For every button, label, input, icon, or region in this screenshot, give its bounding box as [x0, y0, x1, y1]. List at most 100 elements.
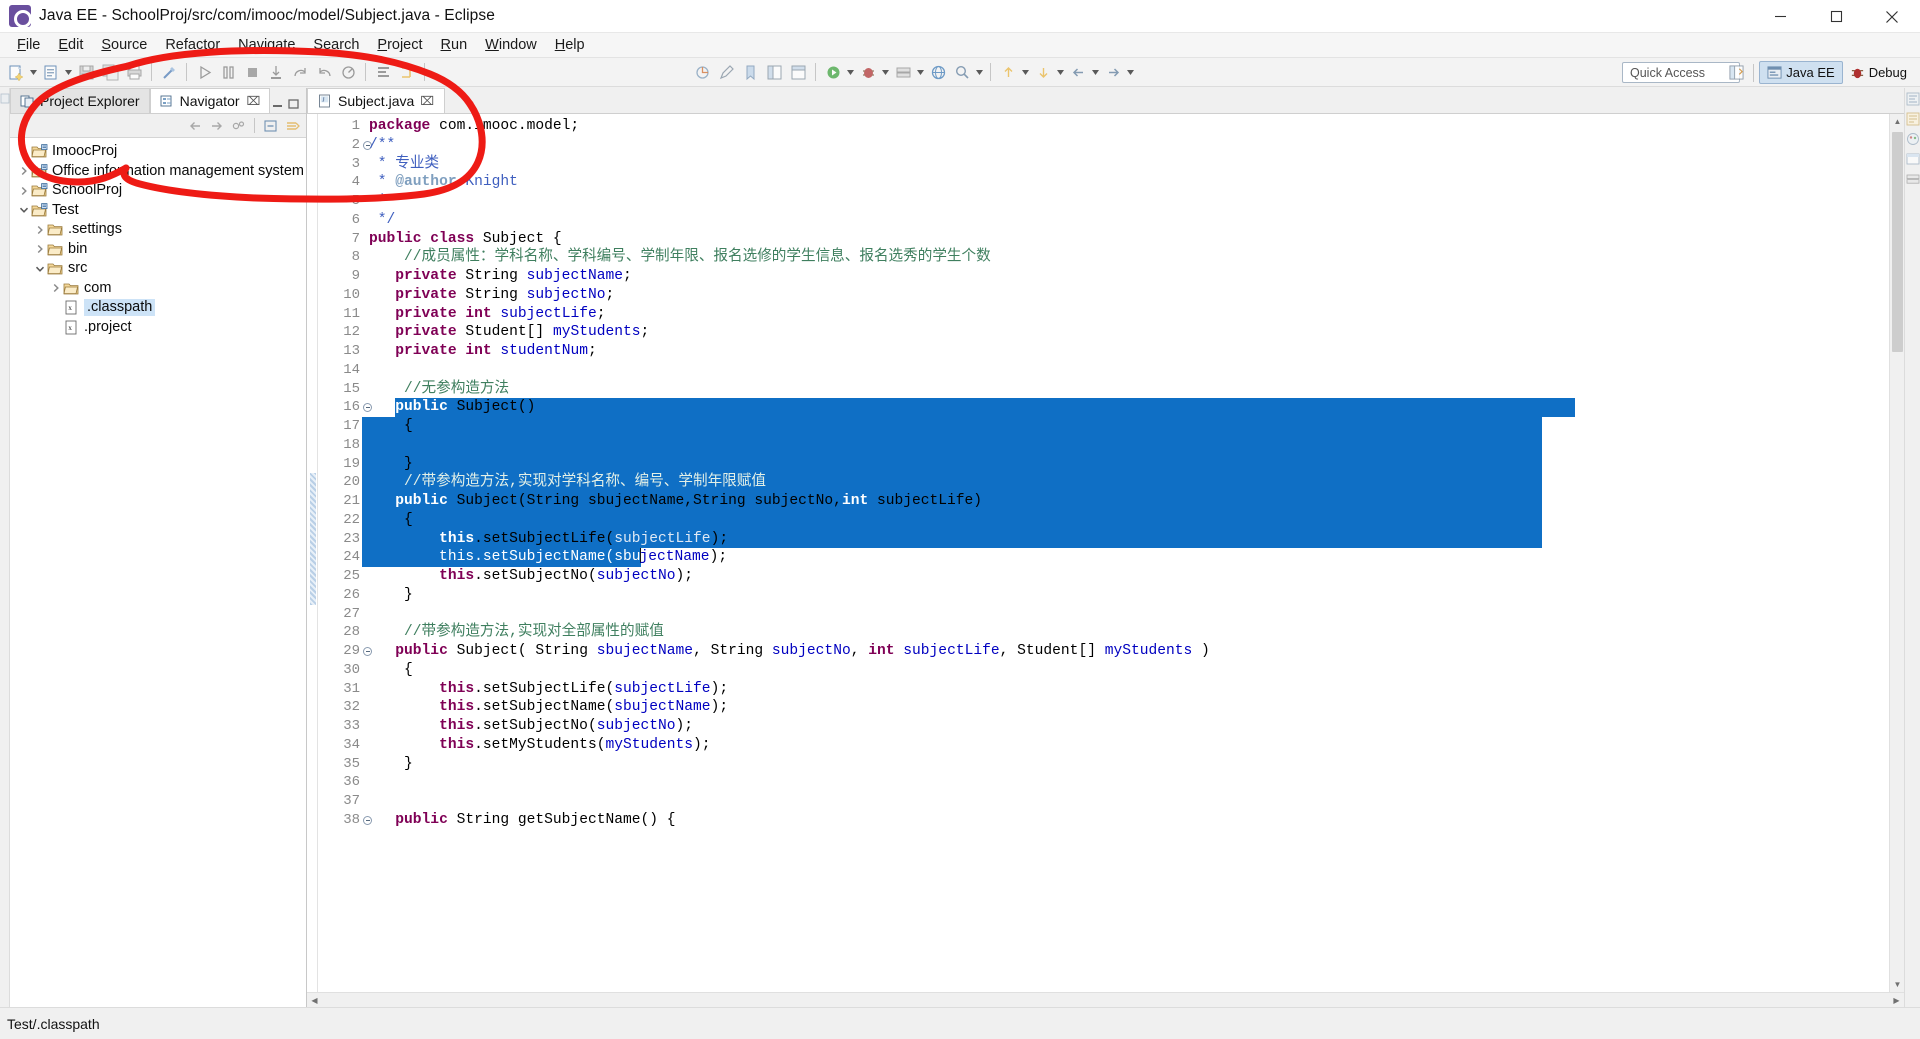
save-all-icon[interactable]	[99, 61, 121, 83]
code-line[interactable]	[362, 361, 1889, 380]
java-dropdown-caret[interactable]	[63, 61, 74, 83]
palette-icon[interactable]	[1906, 132, 1920, 146]
scroll-up-arrow[interactable]: ▲	[1890, 114, 1904, 129]
run-as-icon[interactable]	[822, 61, 844, 83]
code-line[interactable]: public class Subject {	[362, 230, 1889, 249]
code-line[interactable]: *	[362, 192, 1889, 211]
forward-arrow-icon[interactable]	[207, 116, 226, 135]
tree-item-bin[interactable]: bin	[10, 240, 306, 260]
code-line[interactable]: package com.imooc.model;	[362, 117, 1889, 136]
open-perspective-button[interactable]	[1725, 62, 1747, 84]
web-browser-icon[interactable]	[927, 61, 949, 83]
code-line[interactable]: }	[362, 586, 1889, 605]
servers-icon[interactable]	[1906, 172, 1920, 186]
collapse-all-icon[interactable]	[261, 116, 280, 135]
scroll-left-arrow[interactable]: ◀	[307, 993, 322, 1008]
open-type-icon[interactable]	[372, 61, 394, 83]
restore-view-icon[interactable]	[0, 92, 10, 106]
tree-item-office-information-management-system[interactable]: Office information management system	[10, 162, 306, 182]
code-line[interactable]: public Subject( String sbujectName, Stri…	[362, 642, 1889, 661]
new-java-class-icon[interactable]	[40, 61, 62, 83]
tree-item-com[interactable]: com	[10, 279, 306, 299]
terminate-icon[interactable]	[241, 61, 263, 83]
chevron-right-icon[interactable]	[16, 183, 31, 198]
menu-refactor[interactable]: Refactor	[156, 35, 229, 55]
forward-icon[interactable]	[1102, 61, 1124, 83]
scroll-right-arrow[interactable]: ▶	[1889, 993, 1904, 1008]
code-line[interactable]: * 专业类	[362, 155, 1889, 174]
debug-as-icon[interactable]	[857, 61, 879, 83]
menu-window[interactable]: Window	[476, 35, 546, 55]
coverage-icon[interactable]	[691, 61, 713, 83]
code-line[interactable]: {	[362, 661, 1889, 680]
quick-fix-icon[interactable]	[158, 61, 180, 83]
minimize-button[interactable]	[1752, 0, 1808, 33]
code-line[interactable]: this.setSubjectNo(subjectNo);	[362, 567, 1889, 586]
code-line[interactable]: private Student[] myStudents;	[362, 323, 1889, 342]
quick-access-input[interactable]: Quick Access	[1622, 62, 1740, 83]
next-caret[interactable]	[1055, 61, 1066, 83]
code-line[interactable]: public String getSubjectName() {	[362, 811, 1889, 830]
code-line[interactable]: */	[362, 211, 1889, 230]
step-over-icon[interactable]	[289, 61, 311, 83]
new-dropdown-caret[interactable]	[28, 61, 39, 83]
profile-icon[interactable]	[337, 61, 359, 83]
pencil-icon[interactable]	[715, 61, 737, 83]
code-line[interactable]: private String subjectNo;	[362, 286, 1889, 305]
tree-item-classpath[interactable]: x .classpath	[10, 298, 306, 318]
scroll-down-arrow[interactable]: ▼	[1890, 977, 1904, 992]
code-line[interactable]	[362, 773, 1889, 792]
server-caret[interactable]	[915, 61, 926, 83]
chevron-right-icon[interactable]	[16, 164, 31, 179]
chevron-right-icon[interactable]	[32, 222, 47, 237]
run-icon[interactable]	[193, 61, 215, 83]
outline-view-icon[interactable]	[1906, 92, 1920, 106]
print-icon[interactable]	[123, 61, 145, 83]
code-line[interactable]: this.setSubjectLife(subjectLife);	[362, 530, 1889, 549]
code-line[interactable]: this.setSubjectLife(subjectLife);	[362, 680, 1889, 699]
prev-annotation-icon[interactable]	[997, 61, 1019, 83]
code-line[interactable]: private int studentNum;	[362, 342, 1889, 361]
code-line[interactable]: }	[362, 755, 1889, 774]
menu-project[interactable]: Project	[368, 35, 431, 55]
chevron-right-icon[interactable]	[32, 242, 47, 257]
debug-as-caret[interactable]	[880, 61, 891, 83]
code-line[interactable]	[362, 792, 1889, 811]
code-line[interactable]: {	[362, 511, 1889, 530]
code-line[interactable]: //无参构造方法	[362, 380, 1889, 399]
bookmark-icon[interactable]	[739, 61, 761, 83]
chevron-down-icon[interactable]	[32, 261, 47, 276]
code-line[interactable]: * @author Knight	[362, 173, 1889, 192]
project-tree[interactable]: ImoocProj Office information management s…	[10, 138, 306, 1007]
next-annotation-icon[interactable]	[1032, 61, 1054, 83]
code-line[interactable]: this.setSubjectName(sbujectName);	[362, 548, 1889, 567]
snippets-icon[interactable]	[1906, 152, 1920, 166]
perspective-java-ee[interactable]: Java EE	[1759, 61, 1843, 84]
debug-suspend-icon[interactable]	[217, 61, 239, 83]
step-return-icon[interactable]	[313, 61, 335, 83]
editor-scroll-thumb[interactable]	[1892, 132, 1903, 352]
tree-item-settings[interactable]: .settings	[10, 220, 306, 240]
new-server-icon[interactable]	[892, 61, 914, 83]
search-icon[interactable]	[951, 61, 973, 83]
code-line[interactable]	[362, 605, 1889, 624]
tree-item-test[interactable]: Test	[10, 201, 306, 221]
run-as-caret[interactable]	[845, 61, 856, 83]
code-line[interactable]: //成员属性：学科名称、学科编号、学制年限、报名选修的学生信息、报名选秀的学生个…	[362, 248, 1889, 267]
code-line[interactable]: /**	[362, 136, 1889, 155]
tab-subject-java[interactable]: J Subject.java ⌧	[307, 88, 446, 113]
code-line[interactable]: //带参构造方法,实现对学科名称、编号、学制年限赋值	[362, 473, 1889, 492]
open-task-icon[interactable]	[396, 61, 418, 83]
code-line[interactable]: this.setSubjectNo(subjectNo);	[362, 717, 1889, 736]
maximize-button[interactable]	[1808, 0, 1864, 33]
chevron-right-icon[interactable]	[48, 281, 63, 296]
external-tools-icon[interactable]	[787, 61, 809, 83]
tree-item-imoocproj[interactable]: ImoocProj	[10, 142, 306, 162]
tree-item-src[interactable]: src	[10, 259, 306, 279]
menu-help[interactable]: Help	[546, 35, 594, 55]
step-into-icon[interactable]	[265, 61, 287, 83]
tab-subject-java-close-icon[interactable]: ⌧	[420, 94, 434, 108]
code-line[interactable]: this.setSubjectName(sbujectName);	[362, 698, 1889, 717]
maximize-view-icon[interactable]	[287, 98, 300, 110]
code-line[interactable]: //带参构造方法,实现对全部属性的赋值	[362, 623, 1889, 642]
